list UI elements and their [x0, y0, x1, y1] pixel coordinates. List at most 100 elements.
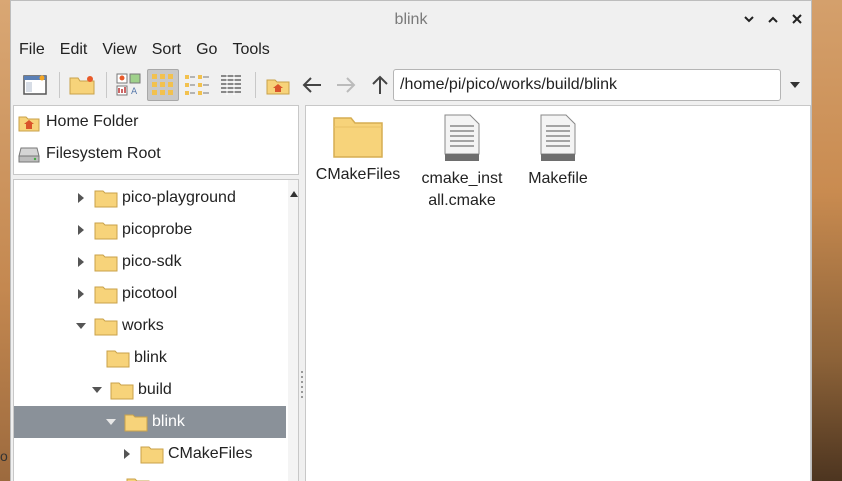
expander-collapsed-icon[interactable]	[74, 255, 88, 269]
folder-icon	[126, 478, 150, 481]
new-folder-button[interactable]	[66, 69, 98, 101]
place-label: Filesystem Root	[46, 145, 161, 162]
icon-view-icon	[152, 74, 173, 95]
arrow-left-icon	[302, 77, 321, 93]
location-path: /home/pi/pico/works/build/blink	[400, 76, 617, 93]
desktop-glyph: o	[0, 448, 8, 464]
close-icon[interactable]	[789, 10, 805, 28]
location-dropdown-button[interactable]	[785, 75, 805, 95]
folder-icon	[106, 350, 130, 368]
location-bar[interactable]: /home/pi/pico/works/build/blink	[393, 69, 781, 101]
compact-view-icon	[185, 75, 209, 95]
tree-item-picotool[interactable]: picotool	[14, 278, 286, 310]
toolbar: A /home/pi/pico/works/build/blink	[11, 65, 811, 105]
menu-bar: File Edit View Sort Go Tools	[11, 39, 811, 61]
tree-item-pico-sdk[interactable]: pico-sdk	[14, 246, 286, 278]
home-icon	[18, 116, 40, 132]
home-button[interactable]	[262, 69, 294, 101]
view-compact-button[interactable]	[181, 69, 213, 101]
tree-item-label: build	[138, 381, 172, 398]
file-item-cmakefiles[interactable]: CMakeFiles	[310, 114, 406, 186]
folder-icon	[94, 254, 118, 272]
menu-tools[interactable]: Tools	[232, 41, 269, 59]
window-controls	[741, 10, 805, 28]
tree-item-label: blink	[152, 413, 185, 430]
file-item-makefile[interactable]: Makefile	[510, 114, 606, 190]
new-window-icon	[23, 75, 47, 95]
drive-icon	[18, 147, 40, 163]
expander-collapsed-icon[interactable]	[120, 447, 134, 461]
up-button[interactable]	[364, 69, 396, 101]
tree-item-label: pico-sdk	[122, 253, 182, 270]
expander-expanded-icon[interactable]	[90, 383, 104, 397]
file-item-cmake-install[interactable]: cmake_inst all.cmake	[414, 114, 510, 212]
file-name: cmake_inst all.cmake	[421, 170, 503, 209]
tree-scrollbar[interactable]	[288, 180, 298, 481]
folder-icon	[94, 190, 118, 208]
tree-item-blink[interactable]: blink	[14, 342, 286, 374]
place-filesystem-root[interactable]: Filesystem Root	[14, 138, 298, 170]
tree-item-label: blink	[134, 349, 167, 366]
splitter-grip	[301, 371, 303, 398]
menu-view[interactable]: View	[102, 41, 136, 59]
tree-item-picoprobe[interactable]: picoprobe	[14, 214, 286, 246]
file-name: CMakeFiles	[315, 166, 401, 183]
arrow-right-icon	[337, 77, 356, 93]
folder-icon	[124, 414, 148, 432]
desktop-background-right	[812, 0, 842, 481]
expander-collapsed-icon[interactable]	[74, 191, 88, 205]
tree-item-build-blink[interactable]: blink	[14, 406, 286, 438]
forward-button[interactable]	[330, 69, 362, 101]
menu-go[interactable]: Go	[196, 41, 217, 59]
view-list-button[interactable]	[215, 69, 247, 101]
tree-item-pico-playground[interactable]: pico-playground	[14, 182, 286, 214]
folder-icon	[333, 117, 383, 158]
maximize-icon[interactable]	[765, 10, 781, 28]
title-bar[interactable]: blink	[11, 1, 811, 39]
tree-item-partial[interactable]	[14, 470, 286, 481]
toolbar-separator	[59, 72, 60, 98]
new-window-button[interactable]	[19, 69, 51, 101]
thumbnail-view-icon: A	[116, 73, 141, 97]
directory-tree: pico-playground picoprobe pico-sdk picot…	[13, 179, 299, 481]
folder-icon	[94, 318, 118, 336]
tree-item-label: works	[122, 317, 164, 334]
place-home-folder[interactable]: Home Folder	[14, 106, 298, 138]
view-thumbnails-button[interactable]: A	[113, 69, 145, 101]
desktop-background-left	[0, 0, 10, 481]
menu-sort[interactable]: Sort	[152, 41, 181, 59]
menu-file[interactable]: File	[19, 41, 45, 59]
tree-item-label: CMakeFiles	[168, 445, 253, 462]
scroll-up-icon[interactable]	[290, 184, 298, 202]
triangle-down-icon	[790, 82, 800, 88]
folder-icon	[110, 382, 134, 400]
list-view-icon	[221, 74, 241, 95]
file-name: Makefile	[528, 170, 588, 187]
expander-collapsed-icon[interactable]	[74, 223, 88, 237]
expander-collapsed-icon[interactable]	[74, 287, 88, 301]
view-icons-button[interactable]	[147, 69, 179, 101]
svg-text:A: A	[131, 87, 138, 97]
tree-item-works[interactable]: works	[14, 310, 286, 342]
expander-expanded-icon[interactable]	[104, 415, 118, 429]
text-file-icon	[540, 114, 576, 161]
file-manager-window: blink File Edit View Sort Go Tools A /ho…	[10, 0, 812, 481]
tree-item-cmakefiles[interactable]: CMakeFiles	[14, 438, 286, 470]
tree-item-label: picotool	[122, 285, 178, 302]
back-button[interactable]	[296, 69, 328, 101]
new-folder-icon	[69, 76, 95, 95]
file-view: CMakeFiles cmake_inst all.cmake Makefile	[305, 105, 811, 481]
tree-item-build[interactable]: build	[14, 374, 286, 406]
home-icon	[266, 79, 290, 95]
place-label: Home Folder	[46, 113, 139, 130]
window-title: blink	[394, 11, 428, 28]
places-pane: Home Folder Filesystem Root	[13, 105, 299, 175]
menu-edit[interactable]: Edit	[60, 41, 88, 59]
minimize-icon[interactable]	[741, 10, 757, 28]
folder-icon	[140, 446, 164, 464]
tree-item-label: picoprobe	[122, 221, 193, 238]
expander-expanded-icon[interactable]	[74, 319, 88, 333]
folder-icon	[94, 286, 118, 304]
tree-item-label: pico-playground	[122, 189, 236, 206]
toolbar-separator	[255, 72, 256, 98]
